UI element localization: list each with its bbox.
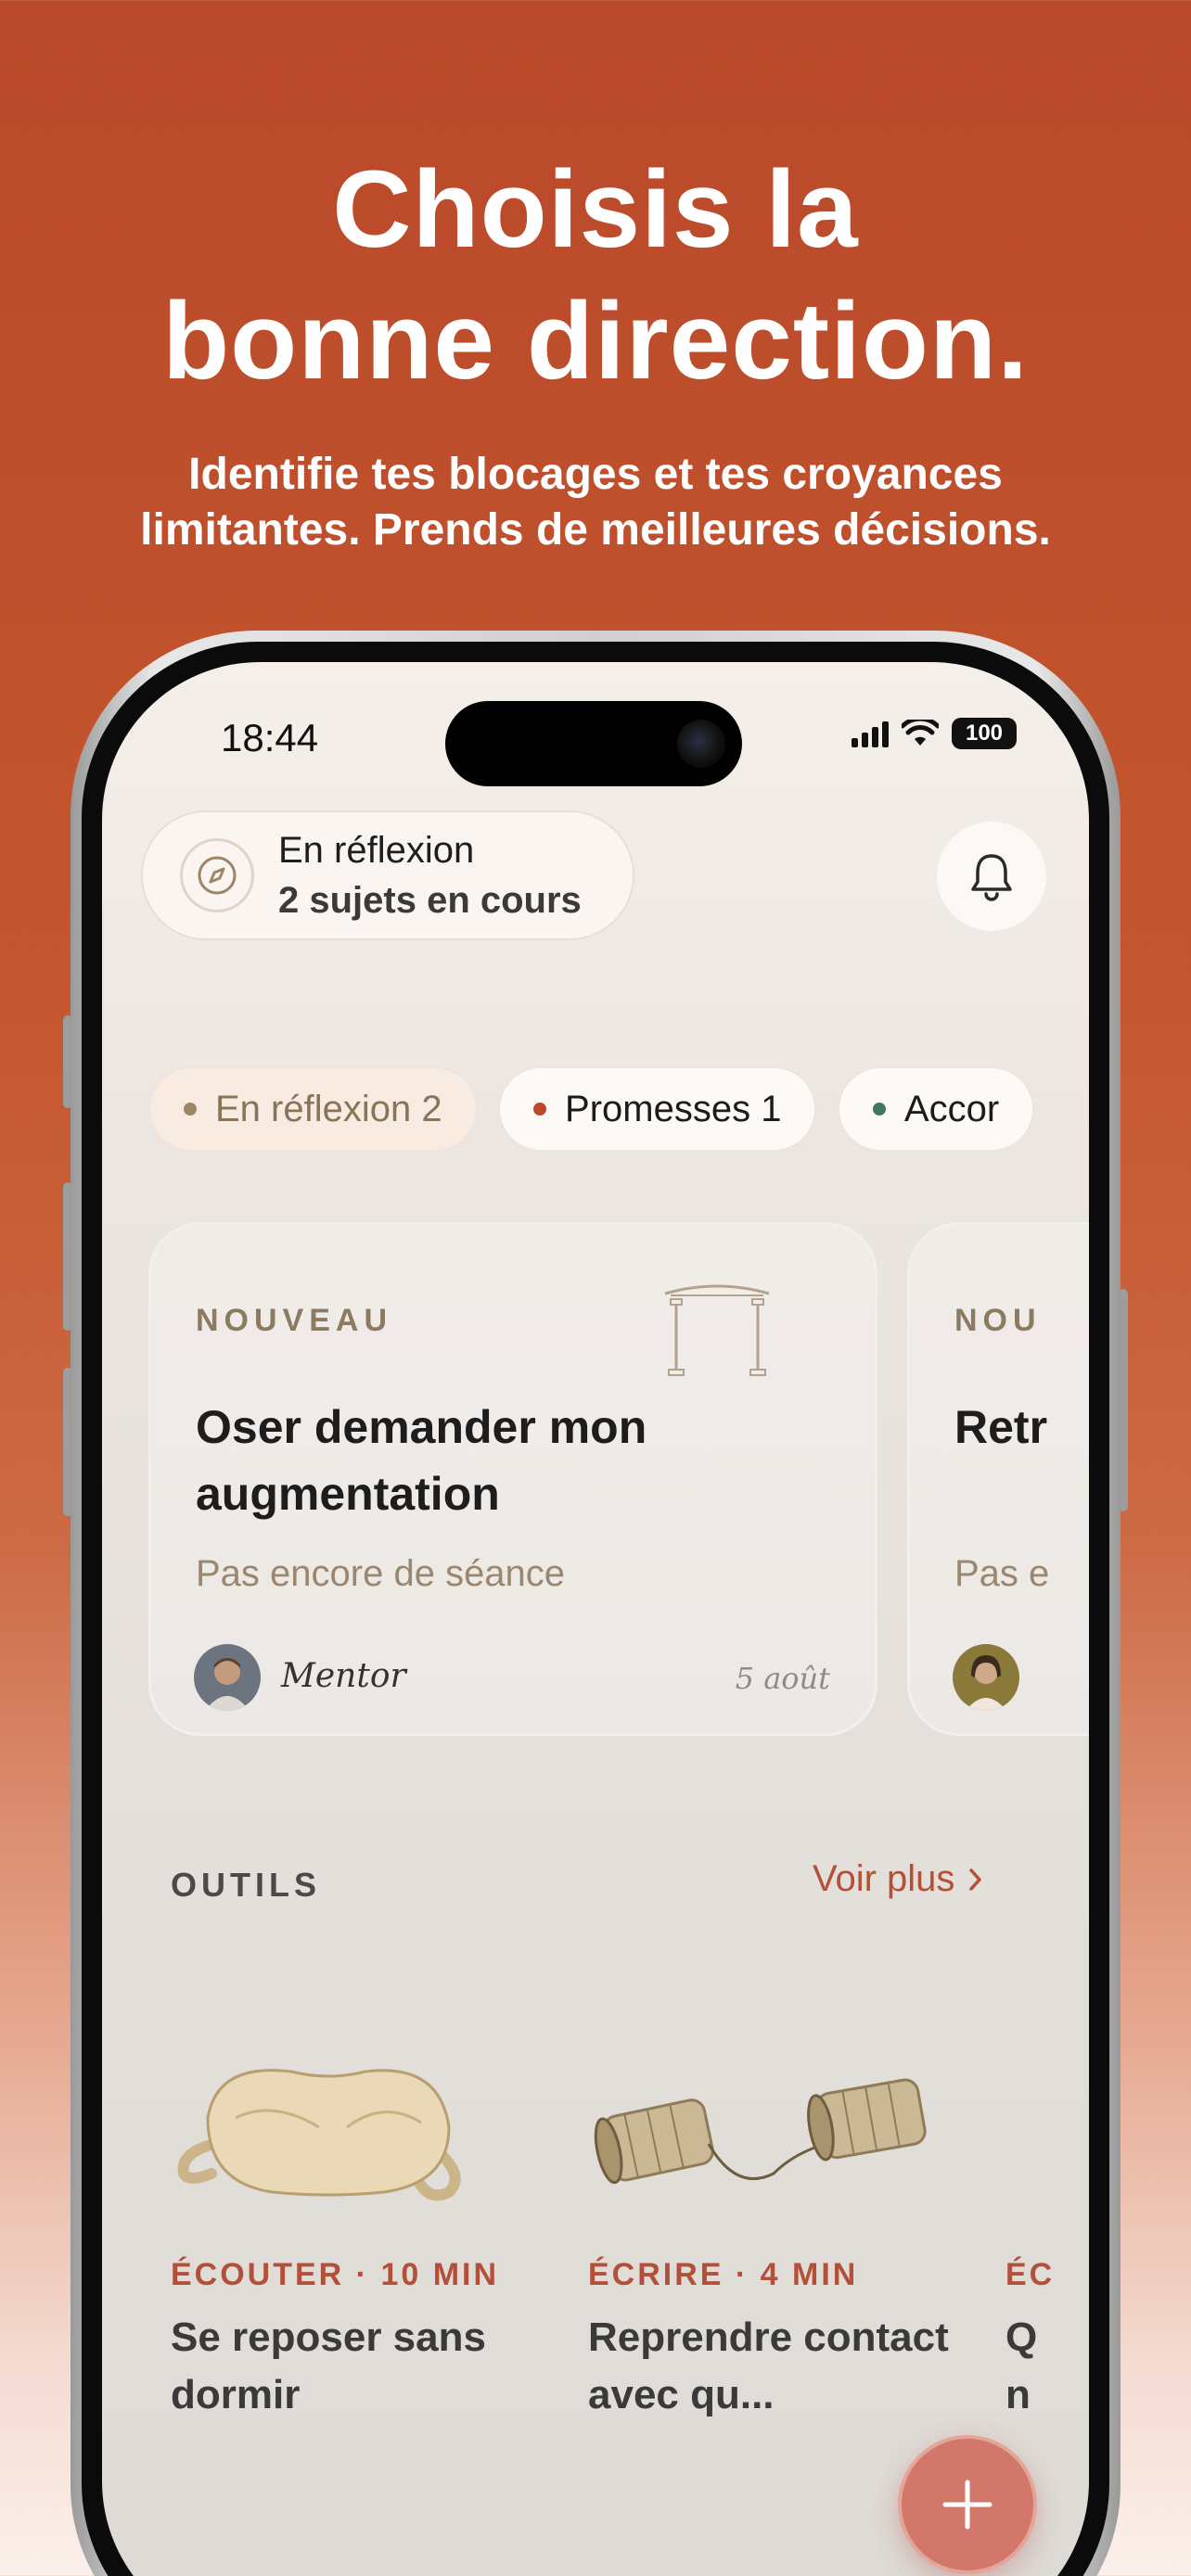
phone-bezel: 18:44 100 En réflexion 2 sujets en cours… — [82, 642, 1109, 2576]
card-title: Oser demander mon augmentation — [196, 1401, 647, 1520]
chevron-right-icon — [969, 1868, 982, 1891]
tool-kicker: ÉC — [1005, 2257, 1056, 2292]
tools-section-title: OUTILS — [171, 1866, 321, 1904]
card-title: Retr — [954, 1401, 1048, 1453]
tool-card[interactable]: ÉCRIRE · 4 MIN Reprendre contact avec qu… — [588, 2034, 968, 2417]
see-more-link[interactable]: Voir plus — [813, 1858, 984, 1900]
temple-icon — [664, 1284, 770, 1376]
card-badge: NOUVEAU — [196, 1303, 393, 1338]
chip-dot — [872, 1103, 886, 1116]
status-pill-text: En réflexion 2 sujets en cours — [278, 825, 582, 925]
headline-line-2: bonne direction. — [162, 280, 1029, 402]
subline-line-2: limitantes. Prends de meilleures décisio… — [140, 505, 1051, 555]
notifications-button[interactable] — [937, 822, 1046, 931]
status-pill-title: En réflexion — [278, 830, 475, 871]
status-icons: 100 — [852, 718, 1017, 749]
phone-frame: 18:44 100 En réflexion 2 sujets en cours… — [70, 631, 1121, 2576]
app-screen: 18:44 100 En réflexion 2 sujets en cours… — [102, 662, 1089, 2576]
battery-icon: 100 — [952, 718, 1017, 749]
tool-kicker: ÉCRIRE · 4 MIN — [588, 2257, 859, 2292]
marketing-subline: Identifie tes blocages et tes croyances … — [0, 447, 1191, 558]
signal-icon — [852, 720, 889, 747]
subline-line-1: Identifie tes blocages et tes croyances — [188, 450, 1003, 499]
filter-chips: En réflexion 2 Promesses 1 Accor — [148, 1066, 1089, 1155]
card-date: 5 août — [735, 1661, 830, 1696]
subject-card[interactable]: NOUVEAU Oser demander mon augmentation P… — [148, 1222, 877, 1736]
headline-line-1: Choisis la — [332, 148, 859, 271]
chip-dot — [184, 1103, 197, 1116]
subject-card[interactable]: NOU Retr Pas e — [907, 1222, 1089, 1736]
chip-label: Promesses 1 — [565, 1088, 782, 1129]
mentor-avatar — [194, 1644, 261, 1711]
status-time: 18:44 — [221, 716, 319, 759]
tool-card[interactable]: ÉCOUTER · 10 MIN Se reposer sans dormir — [171, 2034, 551, 2417]
mentor-name: Mentor — [281, 1657, 406, 1695]
tools-list: ÉCOUTER · 10 MIN Se reposer sans dormir — [102, 2034, 1089, 2424]
tool-kicker: ÉCOUTER · 10 MIN — [171, 2257, 500, 2292]
see-more-label: Voir plus — [813, 1858, 955, 1899]
filter-chip-reflexion[interactable]: En réflexion 2 — [148, 1066, 478, 1152]
tool-title: Q n — [1005, 2315, 1038, 2417]
dynamic-island — [445, 701, 742, 786]
card-subtitle: Pas encore de séance — [196, 1553, 566, 1594]
tin-can-phone-illustration — [594, 2078, 927, 2185]
sleep-mask-illustration — [177, 2069, 461, 2201]
reflection-status-pill[interactable]: En réflexion 2 sujets en cours — [141, 810, 634, 940]
battery-level: 100 — [965, 721, 1004, 746]
chip-label: Accor — [903, 1088, 1000, 1129]
tool-title: Reprendre contact avec qu... — [588, 2315, 949, 2417]
filter-chip-accomplis[interactable]: Accor — [837, 1066, 1035, 1152]
add-button[interactable] — [898, 2435, 1037, 2574]
filter-chip-promesses[interactable]: Promesses 1 — [498, 1066, 817, 1152]
compass-icon — [180, 838, 254, 912]
wifi-icon — [902, 720, 939, 746]
tool-title: Se reposer sans dormir — [171, 2315, 486, 2417]
card-badge: NOU — [954, 1303, 1042, 1338]
marketing-headline: Choisis la bonne direction. — [0, 144, 1191, 407]
chip-dot — [533, 1103, 547, 1116]
status-pill-subtitle: 2 sujets en cours — [278, 880, 582, 921]
chip-label: En réflexion 2 — [215, 1088, 442, 1129]
camera-icon — [677, 720, 725, 768]
mentor-avatar — [953, 1644, 1019, 1711]
subject-cards: NOUVEAU Oser demander mon augmentation P… — [148, 1222, 1089, 1741]
card-subtitle: Pas e — [954, 1553, 1050, 1594]
bell-icon — [971, 854, 1012, 901]
plus-icon — [942, 2480, 992, 2530]
